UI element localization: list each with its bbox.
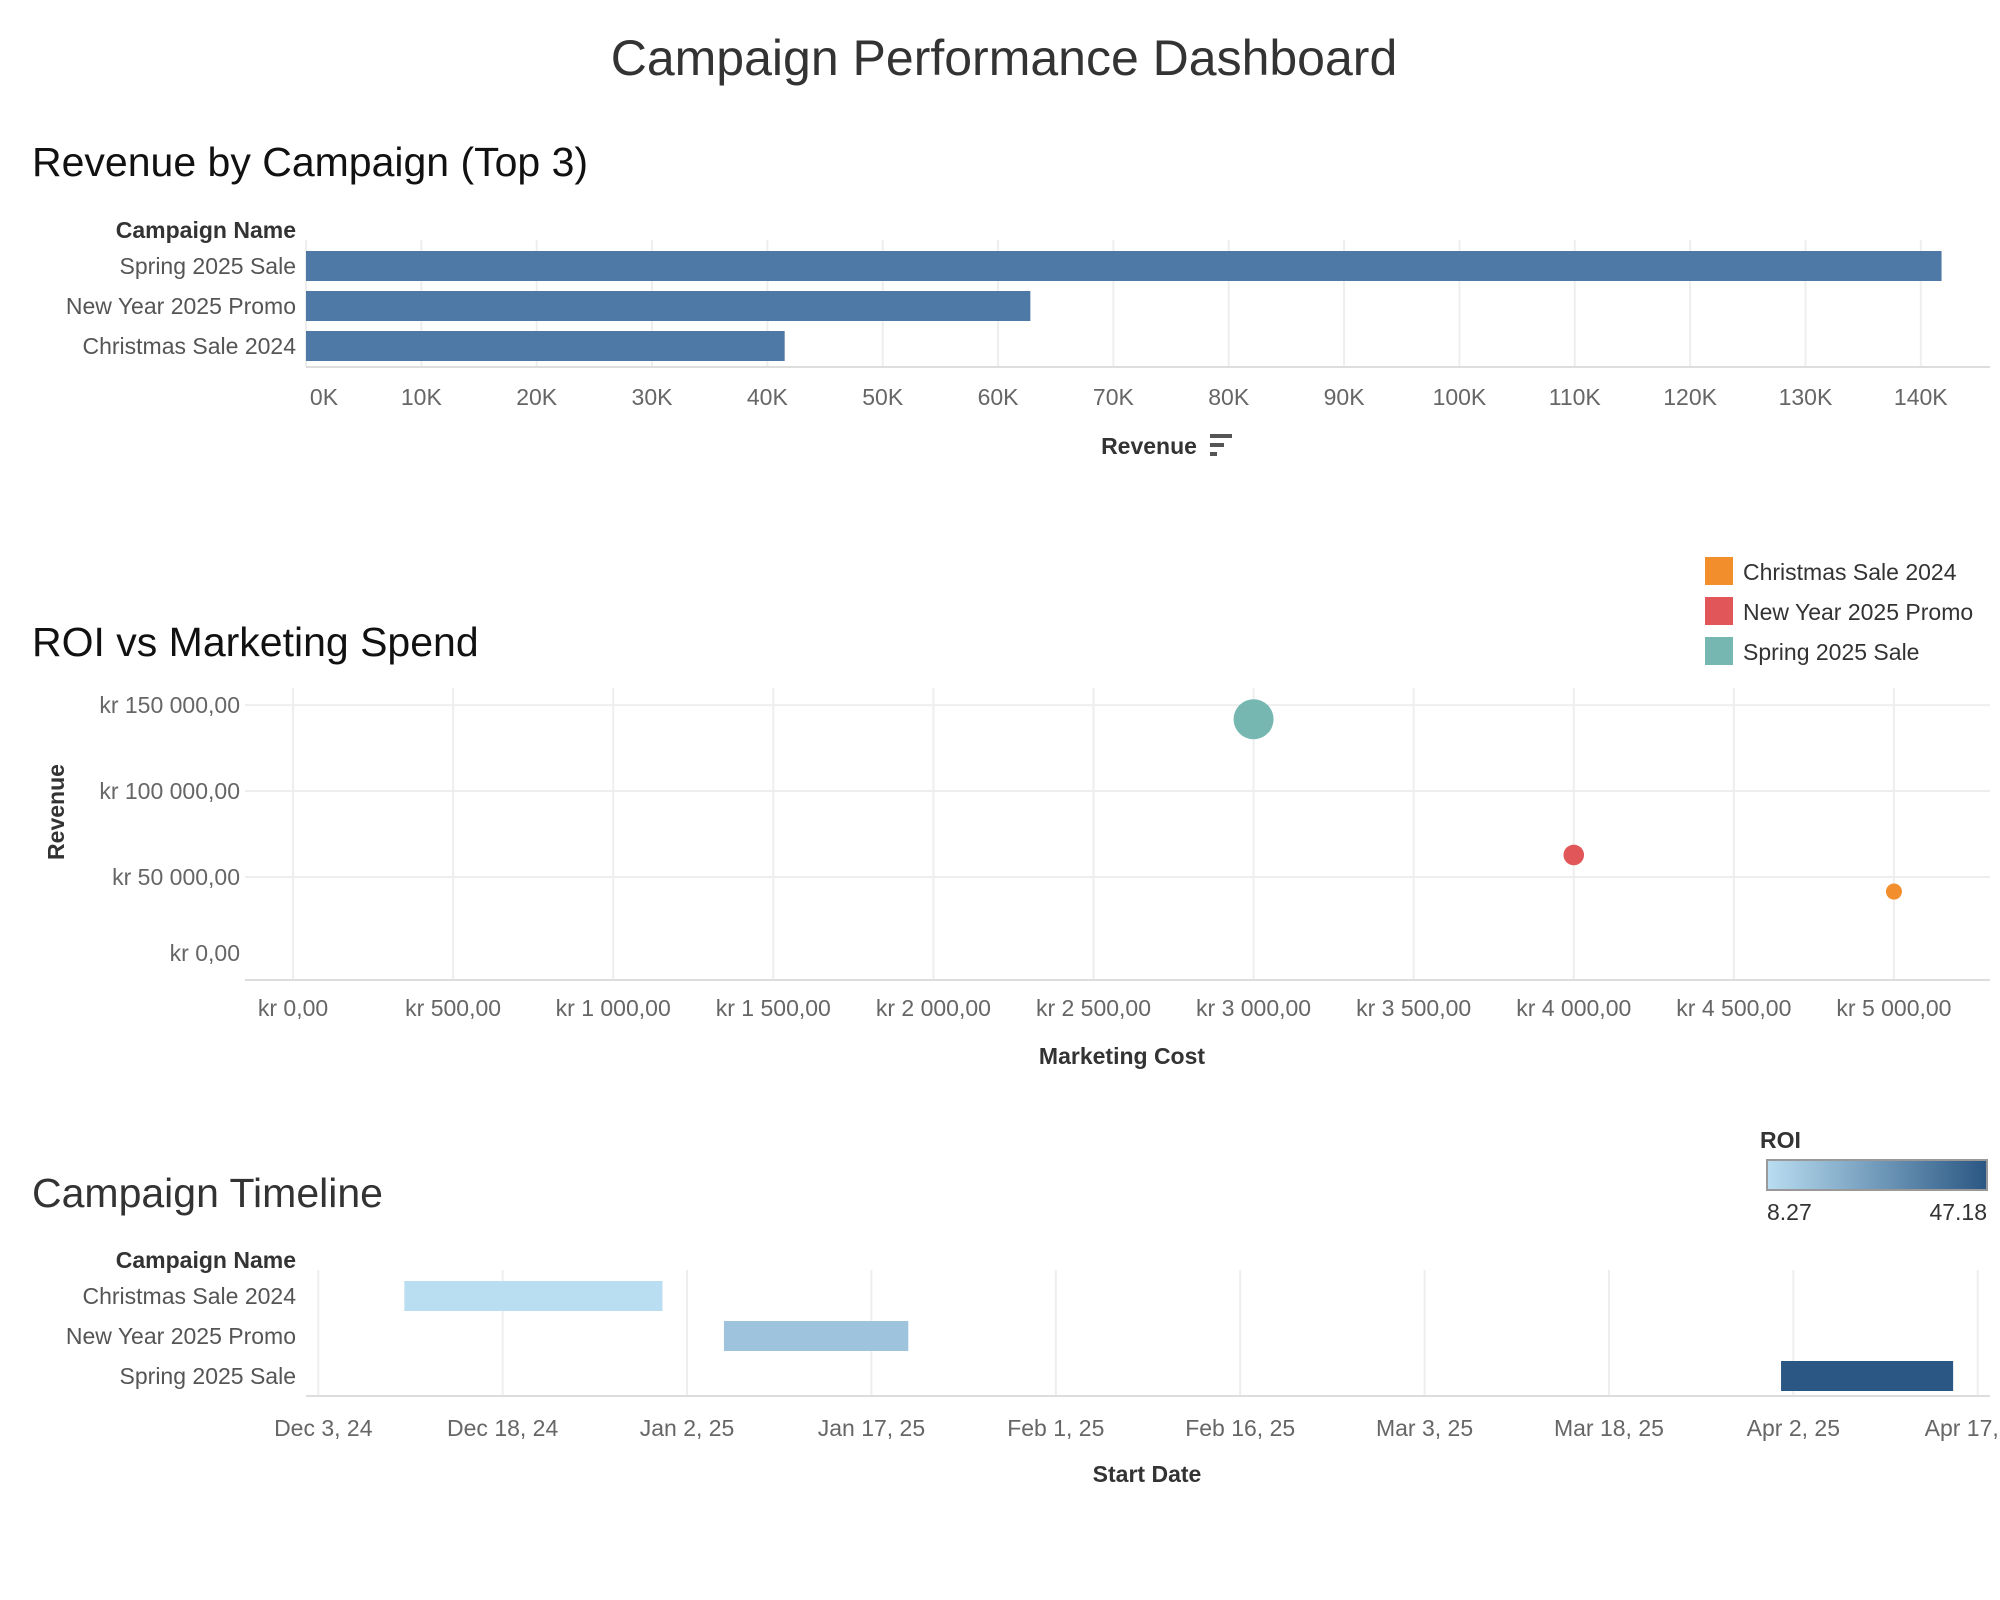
legend-swatch-spring-2025-sale <box>1705 637 1733 665</box>
revenue-chart-title: Revenue by Campaign (Top 3) <box>32 139 588 185</box>
revenue-x-tick-label: 0K <box>310 384 339 410</box>
roi-x-tick-label: kr 5 000,00 <box>1836 995 1951 1021</box>
roi-y-tick-label: kr 100 000,00 <box>99 778 240 804</box>
roi-x-tick-label: kr 4 000,00 <box>1516 995 1631 1021</box>
timeline-x-tick-label: Apr 17, 25 <box>1925 1415 2000 1441</box>
revenue-x-tick-label: 140K <box>1894 384 1948 410</box>
revenue-x-tick-label: 130K <box>1779 384 1833 410</box>
revenue-bar-new-year-2025-promo <box>306 291 1031 321</box>
revenue-x-tick-label: 70K <box>1093 384 1135 410</box>
timeline-category-label: Spring 2025 Sale <box>120 1363 296 1389</box>
revenue-x-tick-label: 10K <box>401 384 443 410</box>
revenue-bar-christmas-sale-2024 <box>306 331 785 361</box>
roi-x-tick-label: kr 2 500,00 <box>1036 995 1151 1021</box>
timeline-bar-christmas-sale-2024 <box>404 1281 663 1311</box>
roi-x-tick-label: kr 500,00 <box>405 995 501 1021</box>
timeline-x-tick-label: Jan 17, 25 <box>818 1415 925 1441</box>
timeline-x-axis-title: Start Date <box>1093 1461 1202 1487</box>
revenue-x-tick-label: 50K <box>862 384 904 410</box>
revenue-category-labels: Spring 2025 Sale New Year 2025 Promo Chris… <box>66 253 296 359</box>
legend-label-christmas-sale-2024: Christmas Sale 2024 <box>1743 559 1957 585</box>
timeline-x-tick-label: Feb 1, 25 <box>1007 1415 1104 1441</box>
revenue-x-tick-label: 100K <box>1433 384 1487 410</box>
roi-point-new-year-2025-promo <box>1563 844 1585 866</box>
roi-x-tick-label: kr 2 000,00 <box>876 995 991 1021</box>
timeline-x-tick-label: Dec 3, 24 <box>274 1415 373 1441</box>
roi-y-ticks: kr 0,00 kr 50 000,00 kr 100 000,00 kr 150 0… <box>99 692 240 966</box>
timeline-bars <box>404 1281 1954 1391</box>
dashboard-canvas: Campaign Performance Dashboard Revenue b… <box>32 30 2000 1487</box>
roi-x-tick-label: kr 0,00 <box>258 995 328 1021</box>
roi-chart-title: ROI vs Marketing Spend <box>32 619 479 665</box>
revenue-x-tick-label: 120K <box>1663 384 1717 410</box>
roi-legend-max: 47.18 <box>1929 1199 1987 1225</box>
timeline-x-tick-label: Mar 3, 25 <box>1376 1415 1473 1441</box>
roi-legend-title: ROI <box>1760 1127 1801 1153</box>
revenue-bars <box>306 251 1942 361</box>
revenue-category-label: Christmas Sale 2024 <box>83 333 297 359</box>
roi-x-tick-label: kr 1 000,00 <box>556 995 671 1021</box>
timeline-x-tick-label: Jan 2, 25 <box>640 1415 735 1441</box>
revenue-x-tick-label: 60K <box>978 384 1020 410</box>
revenue-row-header: Campaign Name <box>116 217 296 243</box>
timeline-bar-spring-2025-sale <box>1781 1361 1954 1391</box>
revenue-x-tick-label: 20K <box>516 384 558 410</box>
timeline-x-ticks: Dec 3, 24 Dec 18, 24 Jan 2, 25 Jan 17, 25 Fe… <box>274 1415 2000 1441</box>
revenue-bar-chart: Revenue by Campaign (Top 3) Campaign Nam… <box>32 139 1990 459</box>
timeline-category-label: New Year 2025 Promo <box>66 1323 296 1349</box>
roi-x-ticks: kr 0,00 kr 500,00 kr 1 000,00 kr 1 500,00 kr… <box>258 995 1952 1021</box>
revenue-category-label: Spring 2025 Sale <box>120 253 296 279</box>
timeline-x-tick-label: Mar 18, 25 <box>1554 1415 1664 1441</box>
roi-gradient-bar <box>1766 1159 1988 1191</box>
roi-x-tick-label: kr 4 500,00 <box>1676 995 1791 1021</box>
roi-x-tick-label: kr 1 500,00 <box>716 995 831 1021</box>
roi-points <box>1233 699 1902 900</box>
campaign-color-legend: Christmas Sale 2024 New Year 2025 Promo Sp… <box>1705 557 1973 665</box>
revenue-bar-spring-2025-sale <box>306 251 1942 281</box>
revenue-category-label: New Year 2025 Promo <box>66 293 296 319</box>
revenue-x-axis-title: Revenue <box>1101 433 1197 459</box>
legend-label-spring-2025-sale: Spring 2025 Sale <box>1743 639 1919 665</box>
timeline-category-label: Christmas Sale 2024 <box>83 1283 297 1309</box>
roi-point-spring-2025-sale <box>1233 699 1274 740</box>
timeline-chart-title: Campaign Timeline <box>32 1170 383 1216</box>
timeline-x-tick-label: Dec 18, 24 <box>447 1415 558 1441</box>
legend-label-new-year-2025-promo: New Year 2025 Promo <box>1743 599 1973 625</box>
timeline-bar-new-year-2025-promo <box>723 1321 909 1351</box>
roi-scatter-chart: ROI vs Marketing Spend Christmas Sale 20… <box>32 557 1990 1069</box>
roi-legend-min: 8.27 <box>1767 1199 1812 1225</box>
timeline-category-labels: Christmas Sale 2024 New Year 2025 Promo Sp… <box>66 1283 296 1389</box>
campaign-timeline-chart: Campaign Timeline ROI 8.27 47.18 Campaig… <box>32 1127 2000 1487</box>
roi-x-axis-title: Marketing Cost <box>1039 1043 1205 1069</box>
timeline-row-header: Campaign Name <box>116 1247 296 1273</box>
roi-point-christmas-sale-2024 <box>1885 883 1902 900</box>
roi-y-tick-label: kr 150 000,00 <box>99 692 240 718</box>
revenue-x-ticks: 0K 10K 20K 30K 40K 50K 60K 70K 80K 90K 100K 110K 120… <box>310 384 1948 410</box>
roi-x-tick-label: kr 3 500,00 <box>1356 995 1471 1021</box>
legend-swatch-christmas-sale-2024 <box>1705 557 1733 585</box>
roi-y-tick-label: kr 50 000,00 <box>112 864 240 890</box>
revenue-x-tick-label: 90K <box>1324 384 1366 410</box>
sort-descending-icon[interactable] <box>1210 434 1232 456</box>
roi-y-tick-label: kr 0,00 <box>170 940 240 966</box>
roi-y-axis-title: Revenue <box>43 764 69 860</box>
roi-x-tick-label: kr 3 000,00 <box>1196 995 1311 1021</box>
roi-color-legend: ROI 8.27 47.18 <box>1760 1127 1988 1225</box>
dashboard-title: Campaign Performance Dashboard <box>611 30 1398 86</box>
revenue-x-tick-label: 110K <box>1549 384 1602 410</box>
legend-swatch-new-year-2025-promo <box>1705 597 1733 625</box>
timeline-x-tick-label: Feb 16, 25 <box>1185 1415 1295 1441</box>
revenue-x-tick-label: 30K <box>632 384 674 410</box>
revenue-x-tick-label: 40K <box>747 384 789 410</box>
roi-gridlines <box>245 688 1990 980</box>
revenue-x-tick-label: 80K <box>1208 384 1250 410</box>
timeline-x-tick-label: Apr 2, 25 <box>1747 1415 1840 1441</box>
